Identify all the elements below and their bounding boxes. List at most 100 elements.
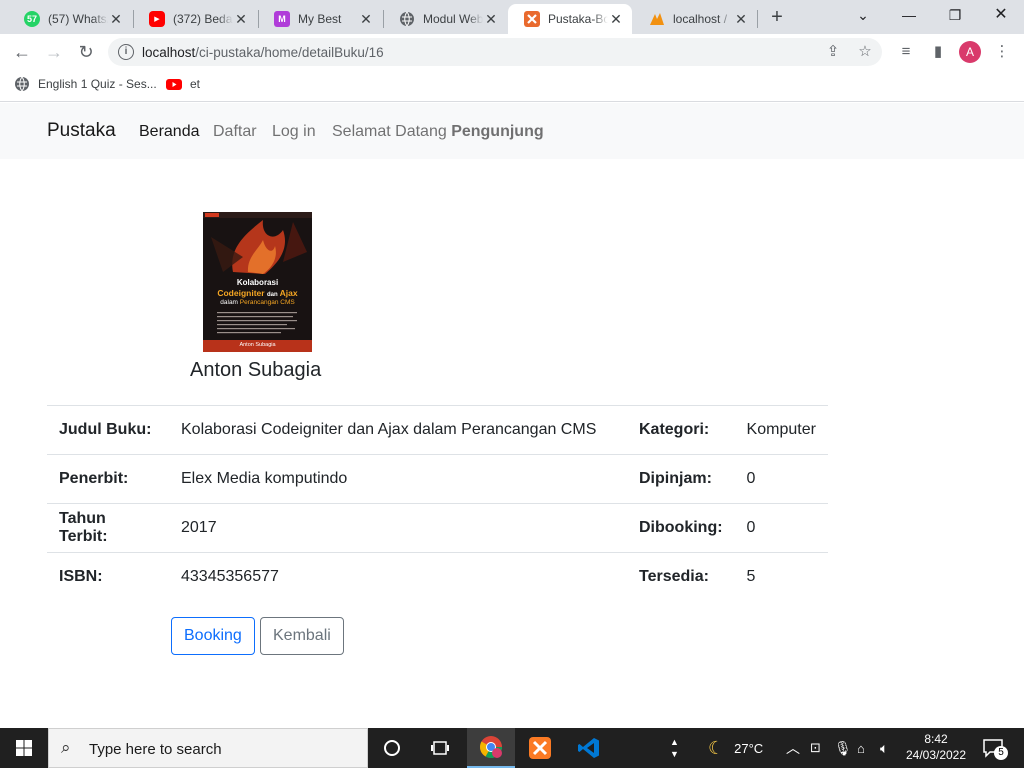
windows-taskbar: ⌕ Type here to search ▲ ▼ ☾ 27°C ︿ ⊡ 🎙︎ ⌂… xyxy=(0,728,1024,768)
weather-widget[interactable]: ☾ 27°C xyxy=(708,728,763,768)
restore-icon[interactable]: ❐ xyxy=(932,0,978,30)
tab-title: Pustaka-Booking xyxy=(548,12,608,26)
tab-title: Modul Web xyxy=(423,12,483,26)
nav-link-beranda[interactable]: Beranda xyxy=(139,123,200,141)
search-icon: ⌕ xyxy=(61,738,71,757)
volume-icon[interactable]: 🔈︎ xyxy=(880,728,888,768)
visitor-name: Pengunjung xyxy=(451,123,544,140)
minimize-icon[interactable]: — xyxy=(886,0,932,30)
url-text[interactable]: localhost/ci-pustaka/home/detailBuku/16 xyxy=(142,45,384,60)
notification-count-badge: 5 xyxy=(994,746,1008,760)
youtube-icon: ▶ xyxy=(149,11,165,27)
detail-label: Judul Buku: xyxy=(47,405,169,455)
forward-arrow-icon[interactable]: → xyxy=(42,40,66,64)
cortana-icon[interactable] xyxy=(368,728,416,768)
new-tab-plus-icon[interactable]: + xyxy=(766,6,788,28)
bookmark-star-icon[interactable]: ☆ xyxy=(856,43,874,61)
bookmark-english-quiz[interactable]: English 1 Quiz - Ses... xyxy=(14,76,157,92)
tab-separator xyxy=(757,10,758,28)
tab-search-chevron-icon[interactable]: ⌄ xyxy=(840,0,886,30)
detail-value: 43345356577 xyxy=(169,552,627,602)
detail-row: Judul Buku: Kolaborasi Codeigniter dan Aj… xyxy=(47,405,828,455)
browser-tab-pustaka[interactable]: Pustaka-Booking ✕ xyxy=(508,4,632,34)
close-tab-icon[interactable]: ✕ xyxy=(233,11,249,28)
browser-tab-whatsapp[interactable]: 57 (57) WhatsApp ✕ xyxy=(8,4,132,34)
detail-value: 2017 xyxy=(169,503,627,553)
bookmark-et[interactable]: et xyxy=(166,76,200,92)
page-viewport: Pustaka Beranda Daftar Log in Selamat Da… xyxy=(0,103,1024,728)
xampp-icon xyxy=(524,11,540,27)
detail-row: Penerbit: Elex Media komputindo Dipinjam: 0 xyxy=(47,454,828,504)
browser-tab-youtube[interactable]: ▶ (372) Bedah ✕ xyxy=(133,4,257,34)
detail-value: Komputer xyxy=(734,405,828,455)
system-clock[interactable]: 8:42 24/03/2022 xyxy=(900,731,972,763)
detail-value: 0 xyxy=(734,503,828,553)
site-info-icon[interactable]: i xyxy=(118,44,134,60)
close-tab-icon[interactable]: ✕ xyxy=(483,11,499,28)
xampp-taskbar-icon[interactable] xyxy=(516,728,564,768)
nav-link-login[interactable]: Log in xyxy=(272,123,316,141)
navbar-brand[interactable]: Pustaka xyxy=(47,120,116,142)
search-placeholder: Type here to search xyxy=(89,741,222,758)
detail-value: Kolaborasi Codeigniter dan Ajax dalam Pe… xyxy=(169,405,627,455)
cover-title-line1: Kolaborasi xyxy=(236,278,279,287)
browser-tab-mybest[interactable]: M My Best ✕ xyxy=(258,4,382,34)
youtube-icon xyxy=(166,76,182,92)
detail-label: Tahun Terbit: xyxy=(47,503,169,553)
clock-date: 24/03/2022 xyxy=(905,748,967,762)
kembali-button[interactable]: Kembali xyxy=(260,617,344,655)
reload-icon[interactable]: ↻ xyxy=(74,40,98,64)
detail-row: ISBN: 43345356577 Tersedia: 5 xyxy=(47,552,828,602)
microphone-icon[interactable]: 🎙︎ xyxy=(834,728,852,768)
close-tab-icon[interactable]: ✕ xyxy=(608,11,624,28)
profile-avatar[interactable]: A xyxy=(959,41,981,63)
tab-title: localhost / xyxy=(673,12,728,26)
bookmark-label: et xyxy=(190,77,201,91)
side-panel-icon[interactable]: ▮ xyxy=(928,42,948,62)
address-bar[interactable]: i localhost/ci-pustaka/home/detailBuku/1… xyxy=(108,38,882,66)
cover-title-line2: Codeigniter dan Ajax xyxy=(217,288,298,298)
browser-tab-modul[interactable]: Modul Web ✕ xyxy=(383,4,507,34)
detail-value: 0 xyxy=(734,454,828,504)
booking-button[interactable]: Booking xyxy=(171,617,255,655)
media-control-icon[interactable]: ≡ xyxy=(896,42,916,62)
detail-row: Tahun Terbit: 2017 Dibooking: 0 xyxy=(47,503,828,553)
my-best-icon: M xyxy=(274,11,290,27)
detail-value: 5 xyxy=(734,552,828,602)
globe-icon xyxy=(399,11,415,27)
detail-value: Elex Media komputindo xyxy=(169,454,627,504)
detail-label: Dibooking: xyxy=(627,503,735,553)
taskbar-search-box[interactable]: ⌕ Type here to search xyxy=(48,728,368,768)
whatsapp-icon: 57 xyxy=(24,11,40,27)
close-tab-icon[interactable]: ✕ xyxy=(733,11,749,28)
share-icon[interactable]: ⇪ xyxy=(824,43,842,61)
book-detail-table: Judul Buku: Kolaborasi Codeigniter dan Aj… xyxy=(47,405,828,602)
browser-tab-phpmyadmin[interactable]: localhost / ✕ xyxy=(633,4,757,34)
bookmarks-bar: English 1 Quiz - Ses... et xyxy=(0,70,1024,102)
show-hidden-icons-chevron-icon[interactable]: ︿ xyxy=(786,728,800,768)
cover-title-line3: dalam Perancangan CMS xyxy=(220,299,295,306)
notification-center-icon[interactable]: 5 xyxy=(982,728,1008,768)
welcome-text: Selamat Datang Pengunjung xyxy=(332,123,544,140)
close-tab-icon[interactable]: ✕ xyxy=(108,11,124,28)
windows-start-icon[interactable] xyxy=(0,728,48,768)
globe-icon xyxy=(14,76,30,92)
browser-toolbar: ← → ↻ i localhost/ci-pustaka/home/detail… xyxy=(0,34,1024,70)
detail-label: Dipinjam: xyxy=(627,454,735,504)
close-window-icon[interactable]: ✕ xyxy=(978,0,1024,30)
back-arrow-icon[interactable]: ← xyxy=(10,40,34,64)
nav-link-daftar[interactable]: Daftar xyxy=(213,123,257,141)
tab-title: My Best xyxy=(298,12,342,26)
close-tab-icon[interactable]: ✕ xyxy=(358,11,374,28)
network-icon[interactable]: ⌂ xyxy=(857,728,865,768)
detail-label: Tersedia: xyxy=(627,552,735,602)
taskbar-scroll-arrows[interactable]: ▲ ▼ xyxy=(670,728,680,768)
task-view-icon[interactable] xyxy=(416,728,464,768)
cover-author: Anton Subagia xyxy=(239,342,276,348)
menu-kebab-icon[interactable]: ⋮ xyxy=(992,42,1012,62)
site-navbar: Pustaka Beranda Daftar Log in Selamat Da… xyxy=(0,103,1024,159)
vscode-taskbar-icon[interactable] xyxy=(565,728,613,768)
clock-time: 8:42 xyxy=(924,732,948,746)
chrome-taskbar-icon[interactable] xyxy=(467,728,515,768)
meet-now-icon[interactable]: ⊡ xyxy=(810,728,821,768)
